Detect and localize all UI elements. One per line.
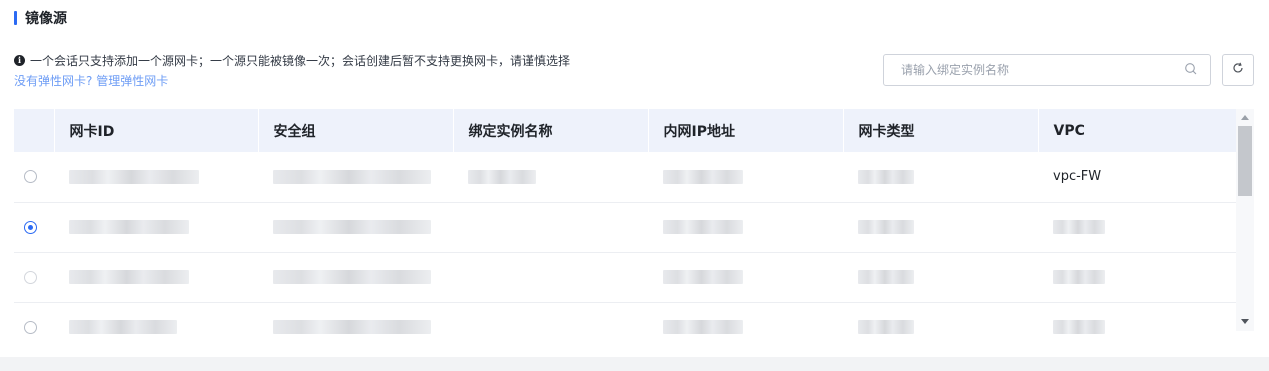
redacted-vpc — [1053, 270, 1105, 284]
redacted-security-group — [273, 270, 431, 284]
redacted-eni-type — [858, 220, 914, 234]
redacted-vpc — [1053, 220, 1105, 234]
table-row[interactable]: vpc-FW — [14, 152, 1236, 203]
scroll-up-icon[interactable] — [1241, 115, 1249, 120]
refresh-icon — [1232, 62, 1244, 78]
vpc-cell: vpc-FW — [1038, 152, 1236, 203]
header-select — [14, 109, 55, 152]
manage-eni-link[interactable]: 管理弹性网卡 — [96, 74, 168, 88]
redacted-security-group — [273, 169, 431, 184]
search-input[interactable] — [901, 63, 1184, 77]
redacted-private-ip — [663, 270, 743, 284]
section-accent-bar — [14, 11, 17, 25]
instance-search — [883, 54, 1211, 86]
no-eni-link[interactable]: 没有弹性网卡? — [14, 74, 92, 88]
header-eni-id: 网卡ID — [54, 109, 259, 152]
header-vpc: VPC — [1038, 109, 1236, 152]
notice: i 一个会话只支持添加一个源网卡；一个源只能被镜像一次；会话创建后暂不支持更换网… — [14, 52, 570, 69]
header-security-group: 安全组 — [258, 109, 454, 152]
redacted-eni-id — [69, 169, 199, 184]
table-scrollbar[interactable] — [1236, 109, 1254, 331]
header-instance-name: 绑定实例名称 — [453, 109, 649, 152]
table-row[interactable] — [14, 302, 1236, 341]
scroll-down-icon[interactable] — [1241, 319, 1249, 324]
redacted-eni-id — [69, 320, 177, 334]
redacted-eni-id — [69, 270, 189, 284]
refresh-button[interactable] — [1222, 54, 1254, 86]
table-row[interactable] — [14, 252, 1236, 303]
redacted-private-ip — [663, 220, 743, 234]
notice-text: 一个会话只支持添加一个源网卡；一个源只能被镜像一次；会话创建后暂不支持更换网卡，… — [30, 54, 571, 68]
redacted-eni-type — [858, 320, 914, 334]
footer-band — [0, 357, 1269, 371]
section-header: 镜像源 — [14, 9, 67, 27]
row-radio[interactable] — [24, 170, 37, 184]
table-header-row: 网卡ID 安全组 绑定实例名称 内网IP地址 网卡类型 VPC — [14, 109, 1236, 152]
redacted-private-ip — [663, 169, 743, 184]
redacted-security-group — [273, 320, 431, 334]
row-radio-selected[interactable] — [24, 220, 37, 234]
scrollbar-thumb[interactable] — [1238, 126, 1252, 196]
header-eni-type: 网卡类型 — [843, 109, 1039, 152]
header-private-ip: 内网IP地址 — [648, 109, 844, 152]
redacted-security-group — [273, 220, 431, 234]
row-radio[interactable] — [24, 270, 37, 284]
redacted-instance-name — [468, 169, 536, 184]
search-icon[interactable] — [1184, 62, 1200, 78]
eni-table: 网卡ID 安全组 绑定实例名称 内网IP地址 网卡类型 VPC vpc-FW — [14, 109, 1236, 341]
row-radio[interactable] — [24, 320, 37, 334]
redacted-private-ip — [663, 320, 743, 334]
info-icon: i — [14, 55, 25, 66]
redacted-eni-id — [69, 220, 189, 234]
table-row[interactable] — [14, 202, 1236, 253]
section-title: 镜像源 — [25, 11, 67, 27]
redacted-vpc — [1053, 320, 1105, 334]
eni-links: 没有弹性网卡? 管理弹性网卡 — [14, 72, 168, 89]
redacted-eni-type — [858, 169, 914, 184]
redacted-eni-type — [858, 270, 914, 284]
